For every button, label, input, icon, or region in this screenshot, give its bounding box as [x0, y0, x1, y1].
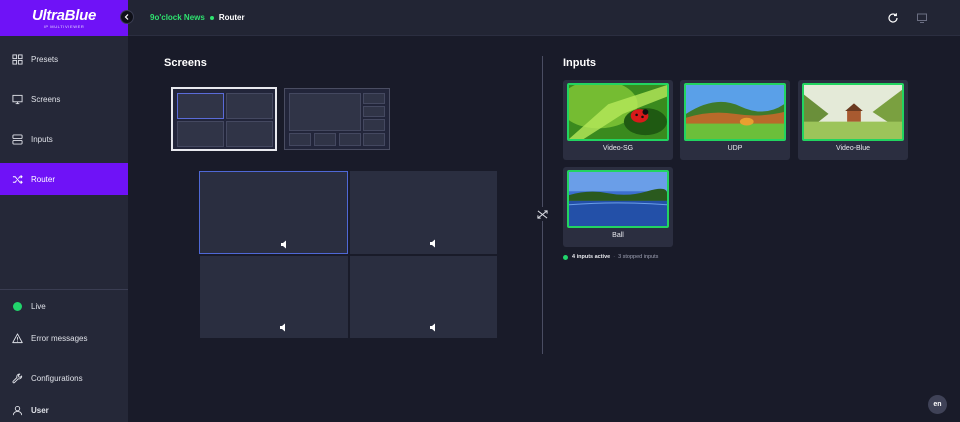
speaker-icon[interactable] — [429, 319, 438, 332]
speaker-icon[interactable] — [280, 236, 289, 249]
breadcrumb-project[interactable]: 9o'clock News — [150, 13, 205, 22]
sidebar-item-live[interactable]: Live — [0, 290, 128, 322]
sidebar: UltraBlue IP MULTIVIEWER Presets Screens… — [0, 0, 128, 422]
input-preview — [567, 170, 669, 228]
layout-cell — [363, 133, 385, 146]
layout-cell — [363, 119, 385, 131]
input-card-video-blue[interactable]: Video-Blue — [798, 80, 908, 160]
monitor-icon — [11, 93, 23, 105]
input-preview — [802, 83, 904, 141]
sidebar-item-router[interactable]: Router — [0, 163, 128, 195]
screen-tile-1[interactable] — [199, 171, 348, 254]
input-label: Video-SG — [602, 145, 634, 152]
sidebar-item-error-messages[interactable]: Error messages — [0, 322, 128, 354]
input-card-ball[interactable]: Ball — [563, 167, 673, 247]
brand-name: UltraBlue — [32, 6, 96, 24]
breadcrumb: 9o'clock News Router — [150, 13, 245, 22]
layout-cell — [339, 133, 361, 146]
shuffle-icon — [536, 209, 548, 219]
server-icon — [11, 133, 23, 145]
display-output-button[interactable] — [915, 11, 929, 25]
panel-divider — [542, 56, 543, 354]
collapse-sidebar-button[interactable] — [120, 10, 134, 24]
layout-cell — [177, 121, 224, 147]
screen-tile-4[interactable] — [350, 256, 497, 338]
input-preview — [684, 83, 786, 141]
language-selector[interactable]: en — [928, 395, 947, 414]
input-card-video-sg[interactable]: Video-SG — [563, 80, 673, 160]
layout-cell — [226, 121, 273, 147]
grid-icon — [11, 53, 23, 65]
refresh-icon — [888, 13, 898, 23]
route-button[interactable] — [535, 207, 549, 221]
layout-cell — [314, 133, 336, 146]
app-root: UltraBlue IP MULTIVIEWER Presets Screens… — [0, 0, 960, 422]
live-status-icon — [11, 300, 23, 312]
input-stats: 4 inputs active · 3 stopped inputs — [563, 254, 658, 260]
monitor-icon — [917, 13, 927, 23]
sidebar-item-screens[interactable]: Screens — [0, 83, 128, 115]
warning-icon — [11, 332, 23, 344]
layout-cell — [177, 93, 224, 119]
top-header: 9o'clock News Router — [128, 0, 960, 36]
inputs-title: Inputs — [563, 57, 596, 69]
sidebar-item-label: Live — [31, 301, 46, 311]
sidebar-item-label: User — [31, 405, 49, 415]
sidebar-item-label: Inputs — [31, 134, 53, 144]
sidebar-item-label: Screens — [31, 94, 61, 104]
layout-option-2x2[interactable] — [171, 87, 277, 151]
sidebar-item-inputs[interactable]: Inputs — [0, 123, 128, 155]
user-icon — [11, 404, 23, 416]
screens-title: Screens — [164, 57, 207, 69]
inputs-stopped-count: 3 stopped inputs — [618, 254, 659, 260]
breadcrumb-page: Router — [218, 13, 245, 22]
screen-tile-2[interactable] — [350, 171, 497, 254]
layout-option-1-plus-7[interactable] — [284, 88, 390, 150]
input-card-udp[interactable]: UDP — [680, 80, 790, 160]
layout-cell — [226, 93, 273, 119]
input-label: Ball — [612, 232, 624, 239]
sidebar-item-label: Error messages — [31, 333, 88, 343]
input-label: UDP — [727, 145, 743, 152]
input-preview — [567, 83, 669, 141]
screen-tile-3[interactable] — [200, 256, 348, 338]
shuffle-icon — [11, 173, 23, 185]
brand-logo[interactable]: UltraBlue IP MULTIVIEWER — [0, 0, 128, 36]
wrench-icon — [11, 372, 23, 384]
layout-cell — [363, 106, 385, 117]
sidebar-item-configurations[interactable]: Configurations — [0, 362, 128, 394]
layout-cell — [289, 133, 311, 146]
layout-cell — [363, 93, 385, 104]
sidebar-item-user[interactable]: User — [0, 394, 128, 422]
speaker-icon[interactable] — [429, 235, 438, 248]
input-label: Video-Blue — [835, 145, 871, 152]
speaker-icon[interactable] — [279, 319, 288, 332]
sidebar-item-label: Presets — [31, 54, 59, 64]
layout-cell — [289, 93, 361, 131]
breadcrumb-separator — [209, 15, 214, 20]
sidebar-item-label: Router — [31, 174, 56, 184]
active-status-icon — [563, 254, 568, 260]
refresh-button[interactable] — [886, 11, 900, 25]
inputs-active-count: 4 inputs active — [572, 254, 611, 260]
sidebar-item-presets[interactable]: Presets — [0, 43, 128, 75]
stats-separator: · — [613, 254, 616, 260]
sidebar-item-label: Configurations — [31, 373, 83, 383]
chevron-left-icon — [124, 14, 129, 20]
brand-tagline: IP MULTIVIEWER — [43, 23, 85, 29]
